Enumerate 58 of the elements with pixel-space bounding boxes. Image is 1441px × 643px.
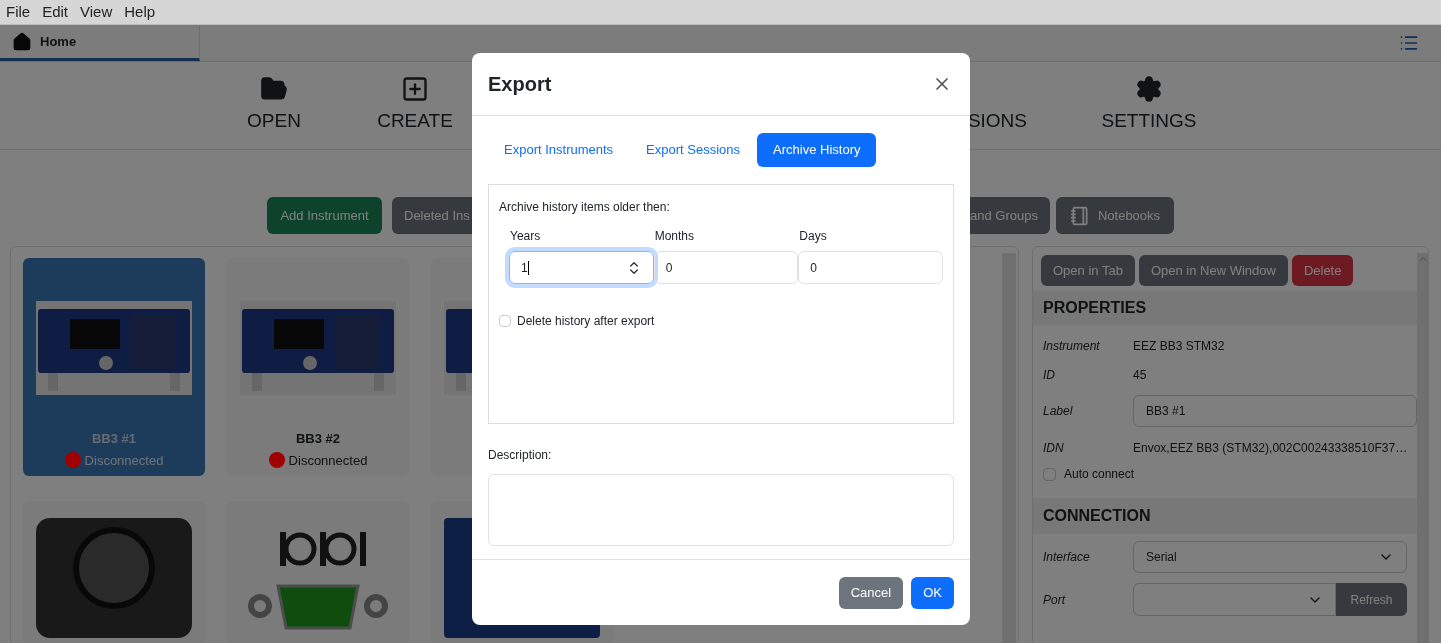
dialog-button[interactable]: OK <box>911 576 954 609</box>
checkbox[interactable] <box>499 315 511 327</box>
dialog-button[interactable]: Cancel <box>838 576 904 609</box>
instrument-card[interactable]: BB3 #1 Disconnected <box>23 258 205 476</box>
property-label: Instrument <box>1043 337 1101 355</box>
notebook-icon <box>1069 205 1090 226</box>
number-input[interactable]: 0 <box>798 251 943 284</box>
number-input[interactable]: 0 <box>653 251 799 284</box>
legend-text: Archive history items older then: <box>499 199 671 216</box>
list-icon[interactable] <box>1399 33 1419 53</box>
property-label: Port <box>1043 591 1067 609</box>
property-value: Envox,EEZ BB3 (STM32),002C00243338510F37… <box>1133 439 1408 457</box>
property-label: IDN <box>1043 439 1065 457</box>
status-text: Disconnected <box>288 451 368 470</box>
field-label: Months <box>653 228 696 245</box>
property-label: Label <box>1043 403 1074 420</box>
field-label: Years <box>509 228 542 245</box>
home-icon <box>12 31 32 52</box>
dialog-tab[interactable]: Export Instruments <box>488 133 630 167</box>
menu-item[interactable]: Edit <box>42 0 69 24</box>
field-label: Days <box>798 228 828 245</box>
action-button[interactable]: Delete <box>1291 255 1354 286</box>
action-button[interactable]: Open in Tab <box>1041 255 1135 286</box>
menu-item[interactable]: View <box>80 0 113 24</box>
section-title: CONNECTION <box>1043 506 1151 526</box>
plus-square-icon <box>401 75 429 104</box>
section-title: PROPERTIES <box>1043 298 1147 318</box>
property-label: Interface <box>1043 549 1091 566</box>
menu-item[interactable]: Help <box>124 0 156 24</box>
property-label: ID <box>1043 366 1056 384</box>
nav-button[interactable]: CREATE <box>345 75 485 136</box>
scrollbar[interactable] <box>1417 253 1430 643</box>
dialog-tab[interactable]: Export Sessions <box>630 133 757 167</box>
menu-item[interactable]: File <box>6 0 31 24</box>
settings-icon <box>1135 75 1163 104</box>
checkbox[interactable] <box>1043 467 1056 481</box>
action-button[interactable]: Open in New Window <box>1138 255 1288 286</box>
checkbox-label: Delete history after export <box>517 313 655 330</box>
label-input[interactable]: BB3 #1 <box>1133 395 1418 427</box>
property-value: 45 <box>1133 366 1147 384</box>
toolbar-button[interactable]: Notebooks <box>1056 197 1174 234</box>
nav-button[interactable]: SETTINGS <box>1079 75 1219 136</box>
dialog-tab[interactable]: Archive History <box>757 133 877 167</box>
port-select[interactable] <box>1133 583 1336 616</box>
instrument-card[interactable]: BB3 #2 Disconnected <box>227 258 409 476</box>
toolbar-button[interactable]: Add Instrument <box>267 197 382 234</box>
instrument-name: BB3 #1 <box>91 430 137 448</box>
description-label: Description: <box>488 447 553 464</box>
instrument-name: BB3 #2 <box>295 430 341 448</box>
refresh-button[interactable]: Refresh <box>1336 583 1407 616</box>
nav-button[interactable]: OPEN <box>204 75 344 136</box>
description-textarea[interactable] <box>488 474 954 546</box>
interface-select[interactable]: Serial <box>1133 541 1407 573</box>
checkbox-label: Auto connect <box>1064 466 1135 483</box>
property-value: EEZ BB3 STM32 <box>1133 337 1225 355</box>
home-tab[interactable]: Home <box>0 25 200 61</box>
dialog-title: Export <box>488 72 552 97</box>
status-text: Disconnected <box>84 451 164 470</box>
